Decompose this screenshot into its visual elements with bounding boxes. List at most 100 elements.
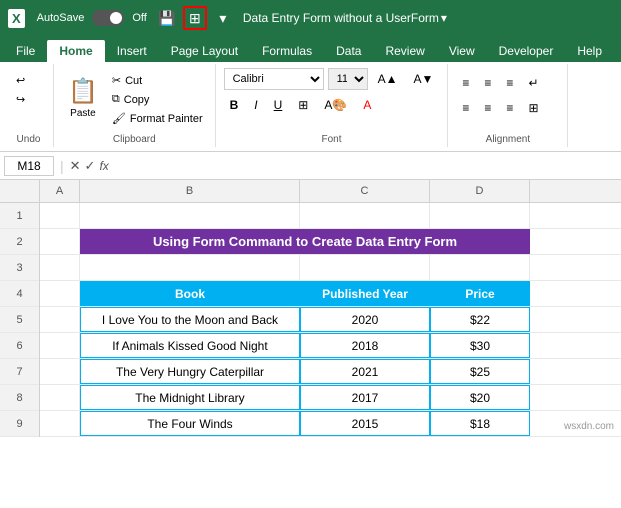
tab-formulas[interactable]: Formulas [250,40,324,62]
undo-button[interactable]: ↩ [12,72,29,89]
row-header-9[interactable]: 9 [0,411,39,437]
header-book[interactable]: Book [80,281,300,306]
cell-b6[interactable]: If Animals Kissed Good Night [80,333,300,358]
font-color-button[interactable]: A [357,94,377,116]
insert-function-icon[interactable]: fx [99,159,108,173]
cell-b8[interactable]: The Midnight Library [80,385,300,410]
align-right-btn[interactable]: ≡ [500,97,519,119]
tab-help[interactable]: Help [565,40,614,62]
fill-color-button[interactable]: A🎨 [318,94,353,116]
cell-a5[interactable] [40,307,80,332]
cancel-formula-icon[interactable]: ✕ [70,158,81,174]
confirm-formula-icon[interactable]: ✓ [85,158,96,174]
cell-d8[interactable]: $20 [430,385,530,410]
cell-b7[interactable]: The Very Hungry Caterpillar [80,359,300,384]
clipboard-small-group: ✂ Cut ⧉ Copy 🖌 Format Painter [108,68,207,127]
cell-c5[interactable]: 2020 [300,307,430,332]
cell-b3[interactable] [80,255,300,280]
tab-view[interactable]: View [437,40,487,62]
table-row: If Animals Kissed Good Night 2018 $30 [40,333,621,359]
format-painter-button[interactable]: 🖌 Format Painter [108,110,207,127]
merge-btn[interactable]: ⊞ [522,97,544,119]
cell-c1[interactable] [300,203,430,228]
align-top-left-btn[interactable]: ≡ [456,72,475,94]
autosave-toggle[interactable] [92,10,124,26]
border-button[interactable]: ⊞ [292,94,314,116]
wrap-btn[interactable]: ↵ [522,72,544,94]
italic-button[interactable]: I [248,94,263,116]
document-title-area: Data Entry Form without a UserForm ▾ [243,11,613,25]
cell-b5[interactable]: I Love You to the Moon and Back [80,307,300,332]
watermark: wsxdn.com [561,420,617,433]
header-year[interactable]: Published Year [300,281,430,306]
cell-a9[interactable] [40,411,80,436]
tab-file[interactable]: File [4,40,47,62]
cell-a1[interactable] [40,203,80,228]
align-left-btn[interactable]: ≡ [456,97,475,119]
cell-c8[interactable]: 2017 [300,385,430,410]
cell-c3[interactable] [300,255,430,280]
cell-c6[interactable]: 2018 [300,333,430,358]
cell-d7[interactable]: $25 [430,359,530,384]
cell-a2[interactable] [40,229,80,254]
cell-b1[interactable] [80,203,300,228]
redo-button[interactable]: ↪ [12,91,29,108]
format-painter-label: Format Painter [130,113,203,125]
paste-button[interactable]: 📋 Paste [62,68,104,128]
font-size-select[interactable]: 11 [328,68,368,90]
cut-button[interactable]: ✂ Cut [108,72,207,89]
tab-review[interactable]: Review [373,40,436,62]
col-header-a[interactable]: A [40,180,80,202]
col-header-b[interactable]: B [80,180,300,202]
row-header-6[interactable]: 6 [0,333,39,359]
cell-b9[interactable]: The Four Winds [80,411,300,436]
align-top-center-btn[interactable]: ≡ [478,72,497,94]
copy-icon: ⧉ [112,93,120,106]
tab-home[interactable]: Home [47,40,104,62]
header-price[interactable]: Price [430,281,530,306]
copy-button[interactable]: ⧉ Copy [108,91,207,108]
cell-c7[interactable]: 2021 [300,359,430,384]
cell-c9[interactable]: 2015 [300,411,430,436]
cell-d9[interactable]: $18 [430,411,530,436]
doc-title-dropdown-arrow[interactable]: ▾ [441,11,447,25]
cell-a8[interactable] [40,385,80,410]
cut-icon: ✂ [112,74,121,87]
cell-a7[interactable] [40,359,80,384]
cell-d6[interactable]: $30 [430,333,530,358]
row-header-8[interactable]: 8 [0,385,39,411]
title-merged-cell[interactable]: Using Form Command to Create Data Entry … [80,229,530,254]
cell-d1[interactable] [430,203,530,228]
cell-a6[interactable] [40,333,80,358]
col-header-d[interactable]: D [430,180,530,202]
cell-d3[interactable] [430,255,530,280]
font-name-select[interactable]: Calibri [224,68,324,90]
doc-title[interactable]: Data Entry Form without a UserForm ▾ [243,11,613,25]
row-header-4[interactable]: 4 [0,281,39,307]
save-icon[interactable]: 💾 [155,6,179,30]
row-header-7[interactable]: 7 [0,359,39,385]
tab-data[interactable]: Data [324,40,373,62]
align-center-btn[interactable]: ≡ [478,97,497,119]
tab-developer[interactable]: Developer [487,40,566,62]
row-header-3[interactable]: 3 [0,255,39,281]
cell-reference-input[interactable] [4,156,54,176]
row-header-2[interactable]: 2 [0,229,39,255]
underline-button[interactable]: U [268,94,289,116]
quick-access-icon[interactable]: ⊞ [183,6,207,30]
font-decrease-btn[interactable]: A▼ [408,68,440,90]
formula-input[interactable] [113,157,617,175]
ribbon-content: ↩ ↪ Undo 📋 Paste ✂ Cut ⧉ Copy [0,62,621,152]
row-header-1[interactable]: 1 [0,203,39,229]
cell-a3[interactable] [40,255,80,280]
align-top-right-btn[interactable]: ≡ [500,72,519,94]
row-header-5[interactable]: 5 [0,307,39,333]
bold-button[interactable]: B [224,94,245,116]
col-header-c[interactable]: C [300,180,430,202]
tab-insert[interactable]: Insert [105,40,159,62]
font-increase-btn[interactable]: A▲ [372,68,404,90]
cell-a4[interactable] [40,281,80,306]
cell-d5[interactable]: $22 [430,307,530,332]
dropdown-icon[interactable]: ▾ [211,6,235,30]
tab-page-layout[interactable]: Page Layout [159,40,250,62]
